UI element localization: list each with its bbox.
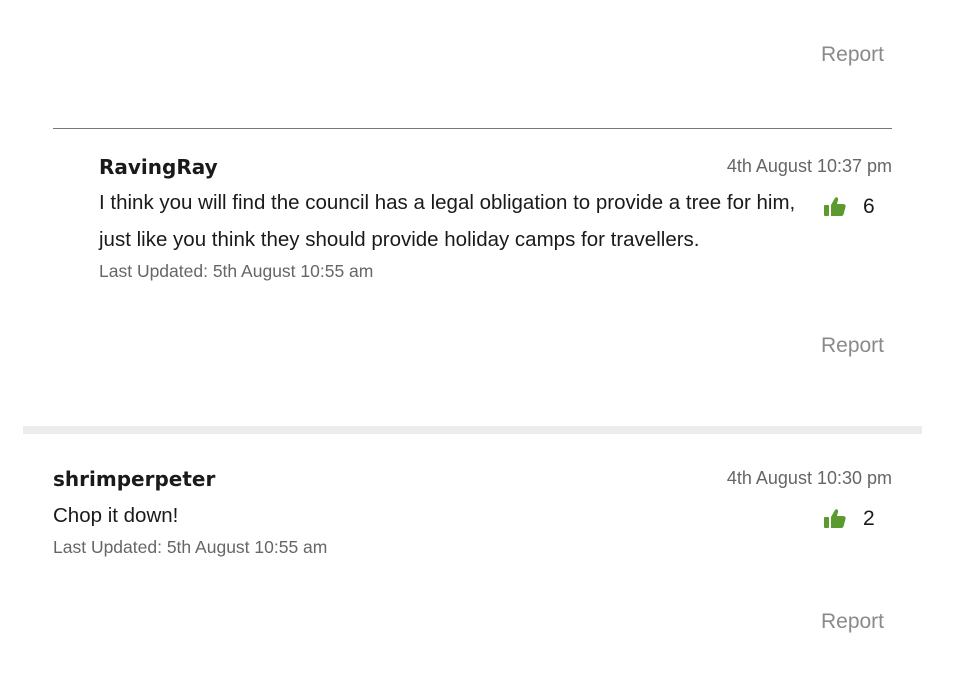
like-count: 6 — [863, 195, 875, 218]
comment-timestamp: 4th August 10:37 pm — [726, 156, 892, 176]
thumbs-up-icon[interactable] — [823, 507, 847, 531]
comment-body: Chop it down! — [53, 504, 179, 527]
comment-timestamp: 4th August 10:30 pm — [726, 468, 892, 488]
comment-last-updated: Last Updated: 5th August 10:55 am — [53, 537, 328, 557]
report-link[interactable]: Report — [821, 610, 884, 634]
like-control: 2 — [823, 507, 875, 531]
like-control: 6 — [823, 195, 875, 219]
thumbs-up-icon[interactable] — [823, 195, 847, 219]
comment-ravingray: RavingRay 4th August 10:37 pm I think yo… — [0, 0, 980, 420]
like-count: 2 — [863, 507, 875, 530]
comment-author[interactable]: shrimperpeter — [53, 467, 215, 491]
report-link[interactable]: Report — [821, 334, 884, 358]
comment-author[interactable]: RavingRay — [99, 155, 218, 179]
comment-separator — [23, 426, 922, 434]
comment-body: I think you will find the council has a … — [99, 191, 796, 251]
comment-last-updated: Last Updated: 5th August 10:55 am — [99, 261, 374, 281]
